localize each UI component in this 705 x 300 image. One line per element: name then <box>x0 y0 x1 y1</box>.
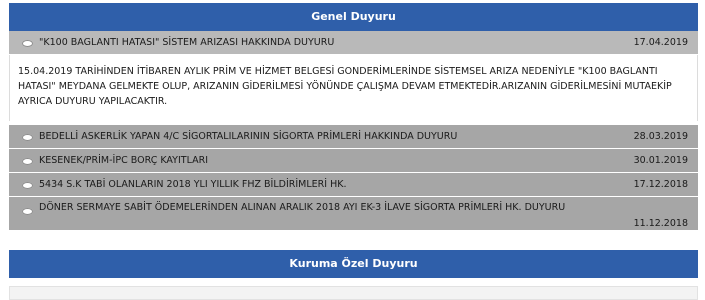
announcement-item-doner-sermaye[interactable]: DÖNER SERMAYE SABİT ÖDEMELERİNDEN ALINAN… <box>9 197 698 231</box>
announcement-title: BEDELLİ ASKERLİK YAPAN 4/C SİGORTALILARI… <box>39 131 458 142</box>
kuruma-ozel-duyuru-header: Kuruma Özel Duyuru <box>9 250 698 278</box>
genel-duyuru-title: Genel Duyuru <box>311 10 396 23</box>
announcement-title: 5434 S.K TABİ OLANLARIN 2018 YLI YILLIK … <box>39 179 347 190</box>
announcement-title: "K100 BAGLANTI HATASI" SİSTEM ARIZASI HA… <box>39 37 335 48</box>
announcement-body: 15.04.2019 TARİHİNDEN İTİBAREN AYLIK PRİ… <box>9 55 698 121</box>
announcement-list: "K100 BAGLANTI HATASI" SİSTEM ARIZASI HA… <box>9 31 698 231</box>
announcement-item-bedelli[interactable]: BEDELLİ ASKERLİK YAPAN 4/C SİGORTALILARI… <box>9 125 698 149</box>
announcement-date: 17.12.2018 <box>633 179 688 190</box>
announcement-date: 17.04.2019 <box>633 37 688 48</box>
announcement-title: KESENEK/PRİM-İPC BORÇ KAYITLARI <box>39 155 208 166</box>
bullet-icon <box>22 39 33 47</box>
bullet-icon <box>22 133 33 141</box>
announcement-item-kesenek[interactable]: KESENEK/PRİM-İPC BORÇ KAYITLARI 30.01.20… <box>9 149 698 173</box>
kuruma-ozel-duyuru-panel <box>9 286 698 300</box>
bullet-icon <box>22 157 33 165</box>
announcement-item-k100[interactable]: "K100 BAGLANTI HATASI" SİSTEM ARIZASI HA… <box>9 31 698 55</box>
genel-duyuru-header: Genel Duyuru <box>9 3 698 31</box>
bullet-icon <box>22 181 33 189</box>
bullet-icon <box>22 208 33 215</box>
announcement-item-5434[interactable]: 5434 S.K TABİ OLANLARIN 2018 YLI YILLIK … <box>9 173 698 197</box>
announcement-date: 30.01.2019 <box>633 155 688 166</box>
announcement-date: 28.03.2019 <box>633 131 688 142</box>
kuruma-ozel-duyuru-title: Kuruma Özel Duyuru <box>289 257 418 270</box>
announcement-date: 11.12.2018 <box>633 218 688 229</box>
announcement-title: DÖNER SERMAYE SABİT ÖDEMELERİNDEN ALINAN… <box>39 202 566 213</box>
